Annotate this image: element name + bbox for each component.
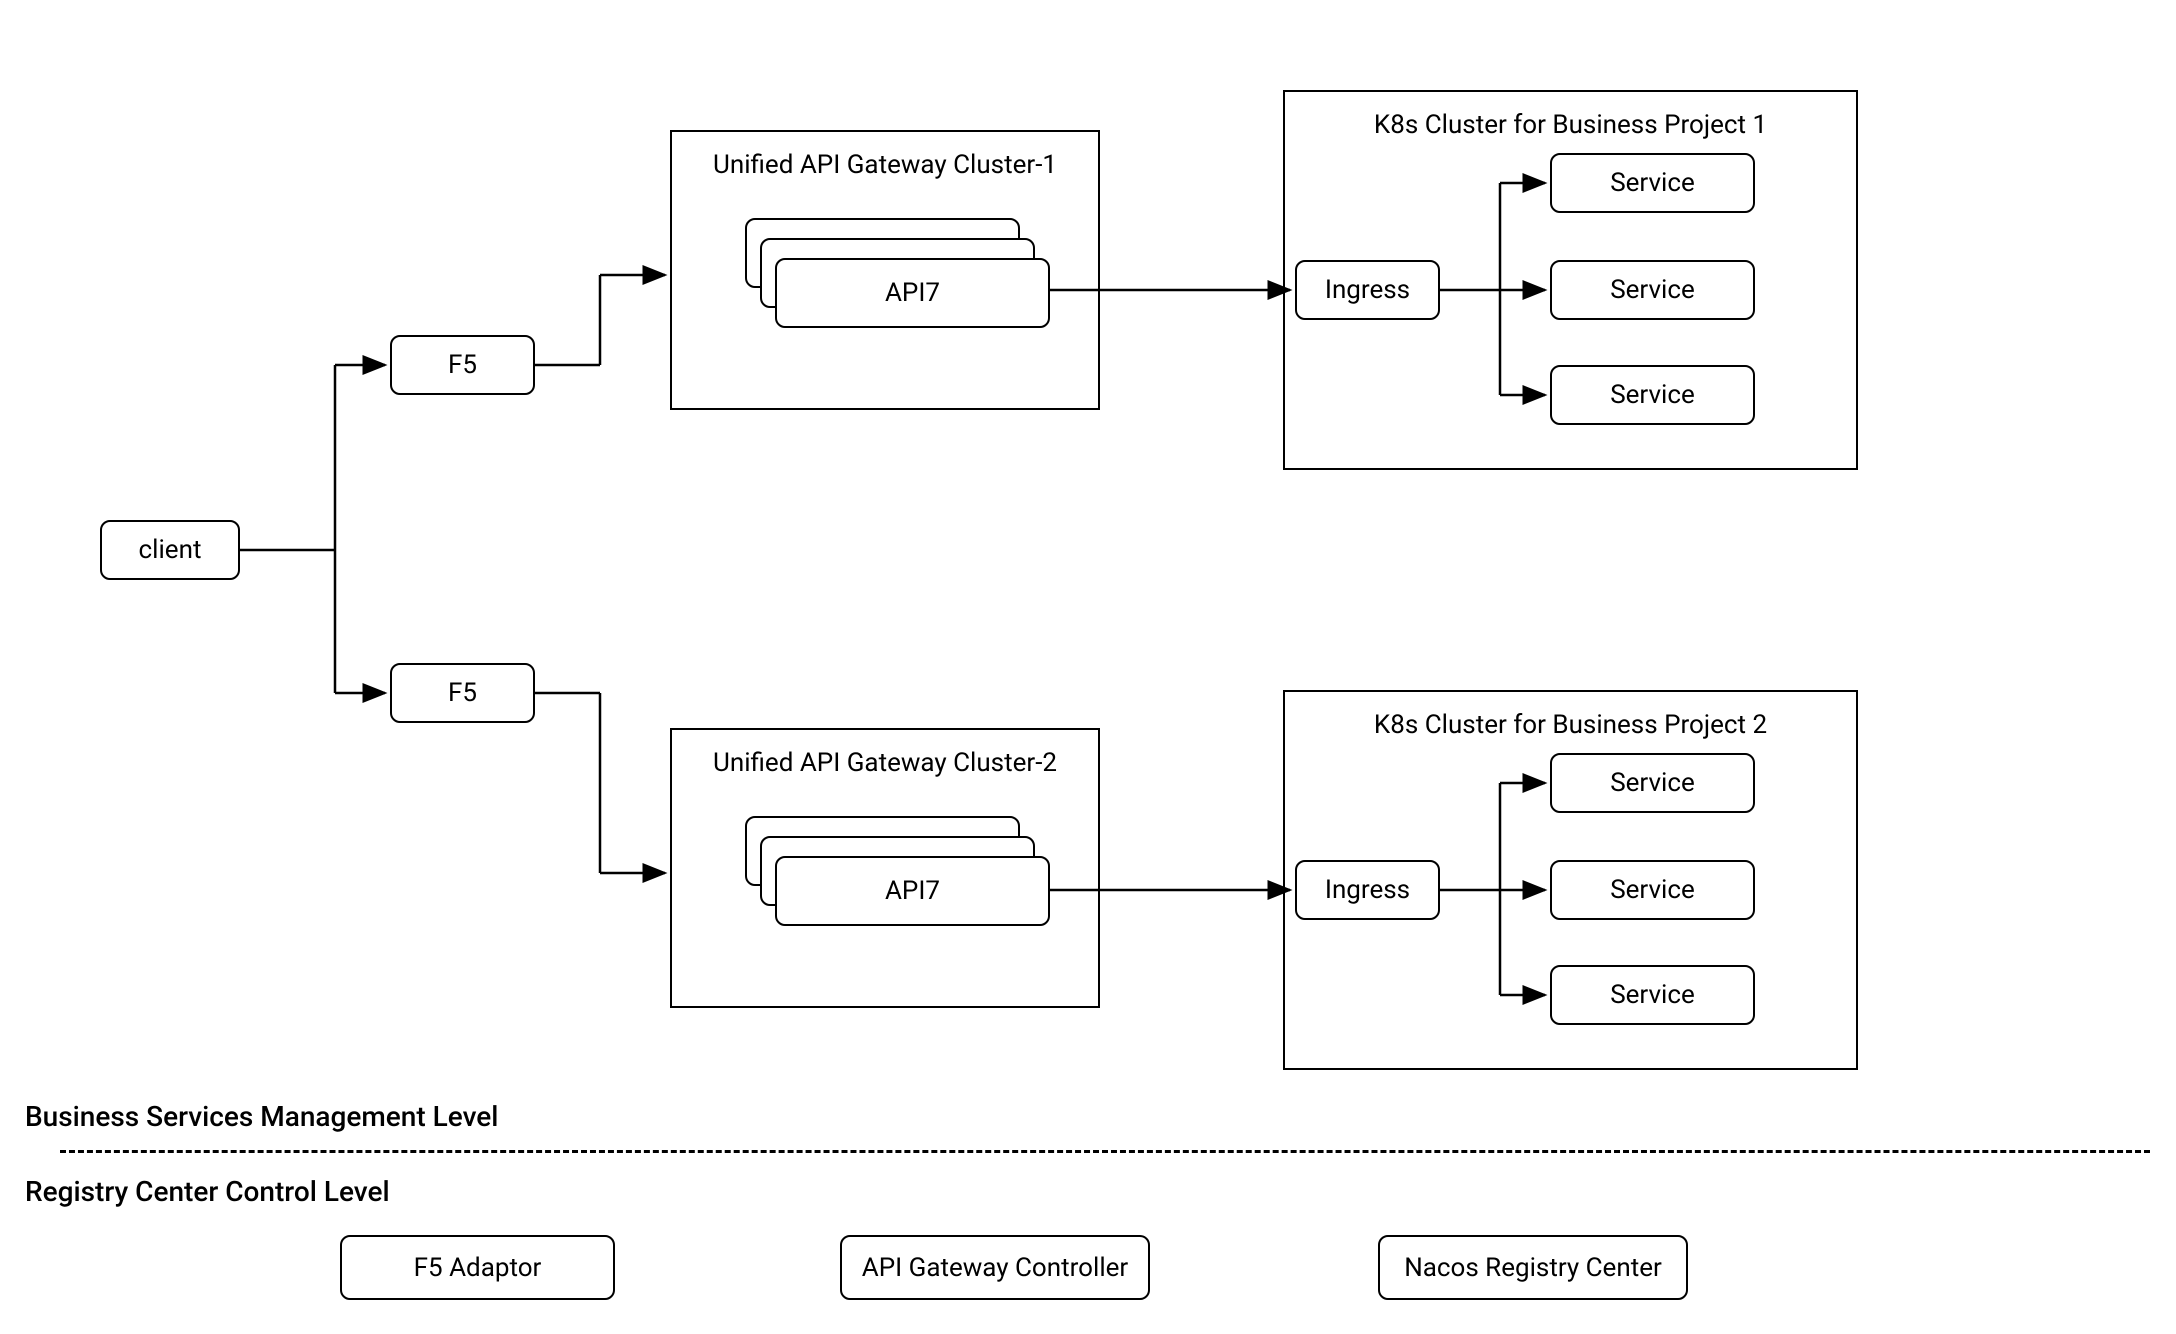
service-node-2c: Service: [1550, 965, 1755, 1025]
gateway-1-title: Unified API Gateway Cluster-1: [672, 150, 1098, 180]
f5-1-label: F5: [448, 350, 477, 380]
api-controller-node: API Gateway Controller: [840, 1235, 1150, 1300]
service-node-2a: Service: [1550, 753, 1755, 813]
gateway-2-title: Unified API Gateway Cluster-2: [672, 748, 1098, 778]
level-divider: [60, 1150, 2150, 1153]
f5-node-2: F5: [390, 663, 535, 723]
service-1b-label: Service: [1610, 275, 1695, 305]
f5-2-label: F5: [448, 678, 477, 708]
service-node-1c: Service: [1550, 365, 1755, 425]
nacos-node: Nacos Registry Center: [1378, 1235, 1688, 1300]
service-node-1b: Service: [1550, 260, 1755, 320]
api7-node-2: API7: [775, 856, 1050, 926]
registry-level-label: Registry Center Control Level: [25, 1175, 390, 1208]
api7-2-label: API7: [885, 876, 940, 906]
client-node: client: [100, 520, 240, 580]
api-controller-label: API Gateway Controller: [862, 1253, 1129, 1283]
k8s-2-title: K8s Cluster for Business Project 2: [1285, 710, 1856, 740]
ingress-2-label: Ingress: [1325, 875, 1410, 905]
f5-adaptor-node: F5 Adaptor: [340, 1235, 615, 1300]
f5-node-1: F5: [390, 335, 535, 395]
k8s-1-title: K8s Cluster for Business Project 1: [1285, 110, 1856, 140]
service-1a-label: Service: [1610, 168, 1695, 198]
api7-node-1: API7: [775, 258, 1050, 328]
service-2b-label: Service: [1610, 875, 1695, 905]
service-node-1a: Service: [1550, 153, 1755, 213]
f5-adaptor-label: F5 Adaptor: [414, 1253, 542, 1283]
nacos-label: Nacos Registry Center: [1404, 1253, 1662, 1283]
client-label: client: [139, 535, 202, 565]
service-node-2b: Service: [1550, 860, 1755, 920]
service-1c-label: Service: [1610, 380, 1695, 410]
ingress-node-1: Ingress: [1295, 260, 1440, 320]
business-level-label: Business Services Management Level: [25, 1100, 498, 1133]
ingress-1-label: Ingress: [1325, 275, 1410, 305]
service-2c-label: Service: [1610, 980, 1695, 1010]
api7-1-label: API7: [885, 278, 940, 308]
ingress-node-2: Ingress: [1295, 860, 1440, 920]
service-2a-label: Service: [1610, 768, 1695, 798]
